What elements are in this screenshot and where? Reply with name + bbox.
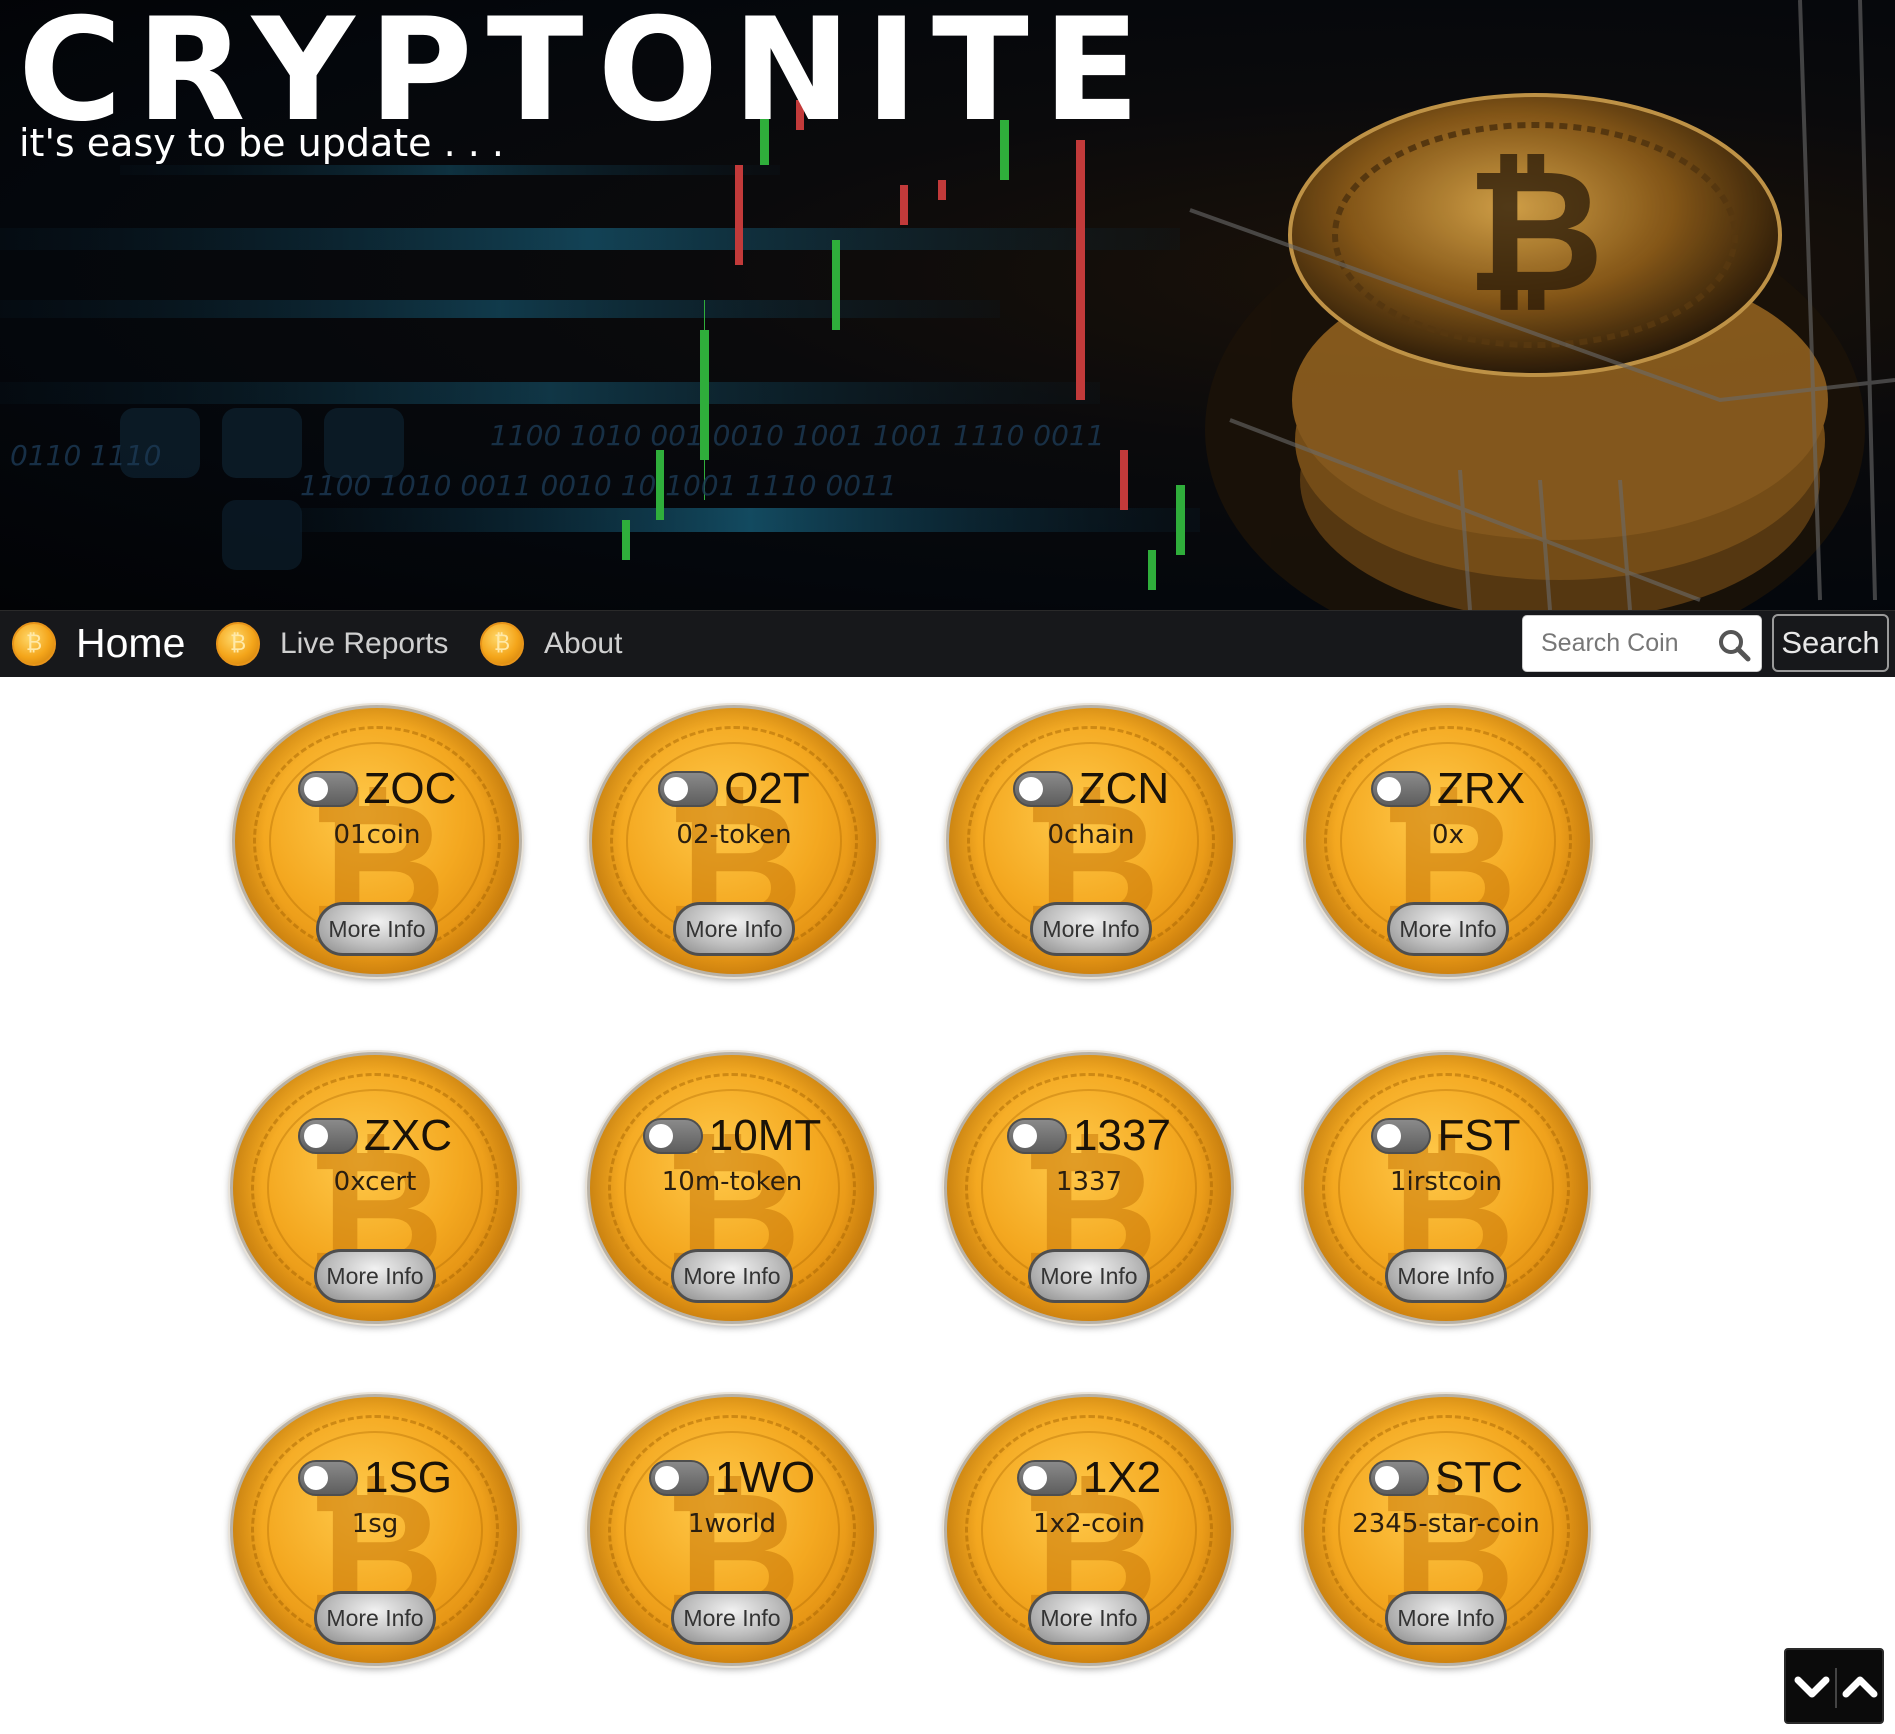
coin-symbol: O2T — [724, 764, 810, 813]
coin-toggle[interactable] — [1007, 1118, 1068, 1154]
coin-card: ₿ STC 2345-star-coin More Info — [1301, 1394, 1591, 1666]
coin-name: 0chain — [1047, 820, 1135, 850]
coin-name: 1irstcoin — [1389, 1167, 1503, 1197]
search-button[interactable]: Search — [1772, 614, 1889, 672]
coin-symbol: 1SG — [363, 1453, 453, 1502]
more-info-button[interactable]: More Info — [671, 1591, 793, 1645]
coin-symbol: ZRX — [1437, 764, 1525, 813]
coin-card: ₿ FST 1irstcoin More Info — [1301, 1052, 1591, 1324]
coin-name: 1world — [687, 1509, 777, 1539]
coin-toggle[interactable] — [1371, 1118, 1432, 1154]
coin-name: 1337 — [1055, 1167, 1123, 1197]
scroll-up-button[interactable] — [1838, 1660, 1882, 1712]
scroll-widget — [1784, 1648, 1884, 1724]
coin-symbol: ZXC — [364, 1111, 452, 1160]
toggle-knob — [654, 1466, 679, 1490]
coin-toggle[interactable] — [1016, 1460, 1077, 1496]
coin-toggle[interactable] — [658, 771, 719, 807]
coin-name: 01coin — [333, 820, 421, 850]
coin-symbol: ZCN — [1078, 764, 1170, 813]
coin-card: ₿ ZXC 0xcert More Info — [230, 1052, 520, 1324]
coin-symbol: FST — [1437, 1111, 1521, 1160]
coin-card: ₿ 10MT 10m-token More Info — [587, 1052, 877, 1324]
coin-toggle[interactable] — [297, 1460, 358, 1496]
nav-item-about[interactable]: About — [480, 610, 622, 677]
coin-toggle[interactable] — [648, 1460, 709, 1496]
coin-card: ₿ 1WO 1world More Info — [587, 1394, 877, 1666]
scroll-divider — [1835, 1668, 1837, 1708]
more-info-button[interactable]: More Info — [316, 902, 438, 956]
toggle-knob — [303, 777, 328, 801]
coin-symbol: 10MT — [708, 1111, 822, 1160]
toggle-knob — [1375, 1466, 1399, 1490]
toggle-knob — [303, 1466, 328, 1490]
nav-item-live-reports[interactable]: Live Reports — [216, 610, 448, 677]
coin-name: 2345-star-coin — [1352, 1509, 1540, 1539]
scroll-down-button[interactable] — [1790, 1660, 1834, 1712]
svg-text:₿: ₿ — [1466, 133, 1605, 331]
bitcoin-icon — [216, 621, 260, 666]
toggle-knob — [304, 1124, 328, 1148]
search-box — [1522, 615, 1762, 672]
coin-symbol: 1337 — [1073, 1111, 1171, 1160]
bitcoin-icon — [480, 621, 524, 666]
toggle-knob — [1377, 1124, 1402, 1148]
coin-toggle[interactable] — [1012, 771, 1073, 807]
coin-card: ₿ 1X2 1x2-coin More Info — [944, 1394, 1234, 1666]
coin-card: ₿ O2T 02-token More Info — [589, 705, 879, 977]
more-info-button[interactable]: More Info — [314, 1591, 436, 1645]
coin-toggle[interactable] — [298, 1118, 358, 1154]
coin-name: 1x2-coin — [1033, 1509, 1145, 1539]
nav-item-label: Live Reports — [280, 626, 449, 660]
bitcoin-icon — [12, 621, 56, 666]
toggle-knob — [1377, 777, 1401, 801]
more-info-button[interactable]: More Info — [671, 1249, 793, 1303]
more-info-button[interactable]: More Info — [1385, 1249, 1507, 1303]
chevron-up-icon — [1842, 1676, 1878, 1698]
coin-name: 0xcert — [333, 1167, 417, 1197]
toggle-knob — [664, 777, 689, 801]
nav-item-label: Home — [76, 620, 186, 666]
toggle-knob — [1022, 1466, 1047, 1490]
nav-item-home[interactable]: Home — [12, 610, 185, 677]
more-info-button[interactable]: More Info — [673, 902, 795, 956]
coin-name: 10m-token — [661, 1167, 803, 1197]
toggle-knob — [1013, 1124, 1038, 1148]
coin-toggle[interactable] — [1371, 771, 1431, 807]
toggle-knob — [1018, 777, 1043, 801]
svg-text:1100 1010 0011 0010 10 1001 11: 1100 1010 0011 0010 10 1001 1110 0011 — [300, 469, 897, 502]
coin-card: ₿ ZCN 0chain More Info — [946, 705, 1236, 977]
coin-card: ₿ 1337 1337 More Info — [944, 1052, 1234, 1324]
coin-card: ₿ 1SG 1sg More Info — [230, 1394, 520, 1666]
nav-item-label: About — [544, 626, 623, 660]
coin-card: ₿ ZRX 0x More Info — [1303, 705, 1593, 977]
coin-toggle[interactable] — [297, 771, 358, 807]
more-info-button[interactable]: More Info — [1385, 1591, 1507, 1645]
search-input[interactable] — [1541, 616, 1711, 671]
more-info-button[interactable]: More Info — [1028, 1249, 1150, 1303]
coin-symbol: 1WO — [714, 1453, 816, 1502]
more-info-button[interactable]: More Info — [1028, 1591, 1150, 1645]
coin-symbol: STC — [1435, 1453, 1523, 1502]
site-tagline: it's easy to be update . . . — [19, 121, 504, 165]
more-info-button[interactable]: More Info — [314, 1249, 436, 1303]
toggle-knob — [648, 1124, 673, 1148]
coin-card: ₿ ZOC 01coin More Info — [232, 705, 522, 977]
coin-name: 1sg — [351, 1509, 399, 1539]
coin-symbol: ZOC — [363, 764, 457, 813]
coin-symbol: 1X2 — [1082, 1453, 1162, 1502]
coin-toggle[interactable] — [1369, 1460, 1429, 1496]
more-info-button[interactable]: More Info — [1387, 902, 1509, 956]
hero-banner: 1100 1010 001 0010 1001 1001 1110 0011 1… — [0, 0, 1895, 610]
coin-name: 02-token — [676, 820, 792, 850]
chevron-down-icon — [1794, 1676, 1830, 1698]
more-info-button[interactable]: More Info — [1030, 902, 1152, 956]
coin-toggle[interactable] — [642, 1118, 703, 1154]
search-icon[interactable] — [1717, 628, 1751, 662]
coin-name: 0x — [1432, 820, 1464, 850]
svg-text:0110 1110: 0110 1110 — [10, 439, 161, 472]
svg-text:1100 1010 001 0010 1001 1001 1: 1100 1010 001 0010 1001 1001 1110 0011 — [490, 419, 1105, 452]
